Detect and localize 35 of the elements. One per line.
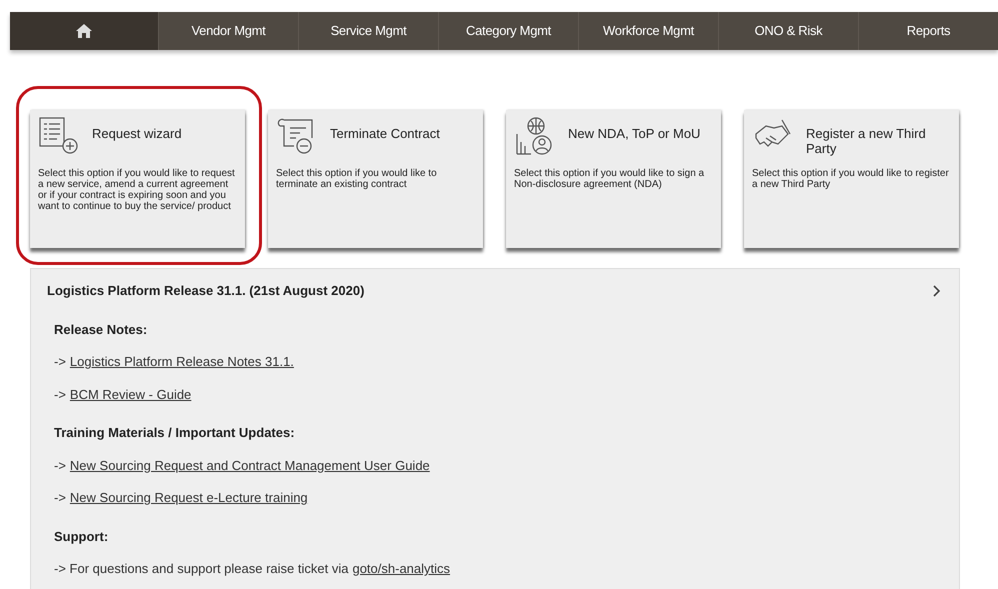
- link[interactable]: Logistics Platform Release Notes 31.1.: [70, 352, 294, 372]
- option-card[interactable]: Register a new Third Party Select this option if you would like to register a new Third Party: [744, 110, 959, 248]
- link[interactable]: goto/sh-analytics: [352, 559, 450, 578]
- home-button[interactable]: [10, 12, 158, 50]
- nav-tab[interactable]: Vendor Mgmt: [158, 12, 298, 50]
- option-card[interactable]: Terminate Contract Select this option if you would like to terminate an existing contract: [268, 110, 483, 248]
- card-description: Select this option if you would like to sign a Non-disclosure agreement (NDA): [514, 168, 706, 190]
- option-card[interactable]: New NDA, ToP or MoU Select this option if you would like to sign a Non-disclosure agreement (NDA): [506, 110, 721, 248]
- line-text: -> For questions and support please raise ticket via: [54, 560, 348, 578]
- home-icon: [75, 23, 93, 39]
- link[interactable]: New Sourcing Request e-Lecture training: [70, 488, 308, 508]
- line-text: ->: [54, 353, 66, 371]
- section-heading: Support:: [54, 528, 110, 546]
- card-title: New NDA, ToP or MoU: [568, 126, 700, 141]
- card-description: Select this option if you would like to register a new Third Party: [752, 168, 950, 190]
- nav-tab[interactable]: Workforce Mgmt: [578, 12, 718, 50]
- line-text: ->: [54, 386, 66, 404]
- link[interactable]: New Sourcing Request and Contract Management User Guide: [70, 456, 430, 475]
- section-heading: Training Materials / Important Updates:: [54, 424, 296, 442]
- card-title: Terminate Contract: [330, 126, 440, 141]
- chevron-right-icon[interactable]: [933, 284, 941, 297]
- panel-title: Logistics Platform Release 31.1. (21st August 2020): [47, 282, 364, 300]
- option-card[interactable]: Request wizard Select this option if you would like to request a new service, amend a current agreement or if your contract is expiring soon and you want to continue to buy the service/ product: [30, 110, 245, 248]
- line-text: ->: [54, 456, 66, 474]
- nav-tab[interactable]: ONO & Risk: [718, 12, 858, 50]
- nav-tab[interactable]: Reports: [858, 12, 998, 50]
- card-title: Request wizard: [92, 126, 182, 141]
- link[interactable]: BCM Review - Guide: [70, 384, 192, 404]
- nav-tab[interactable]: Category Mgmt: [438, 12, 578, 50]
- card-title: Register a new Third Party: [806, 126, 927, 156]
- line-text: ->: [54, 489, 66, 507]
- nav-tab[interactable]: Service Mgmt: [298, 12, 438, 50]
- card-description: Select this option if you would like to request a new service, amend a current agreement or if your contract is expiring soon and you want to continue to buy the service/ product: [38, 168, 236, 212]
- section-heading: Release Notes:: [54, 320, 148, 338]
- card-description: Select this option if you would like to terminate an existing contract: [276, 168, 438, 190]
